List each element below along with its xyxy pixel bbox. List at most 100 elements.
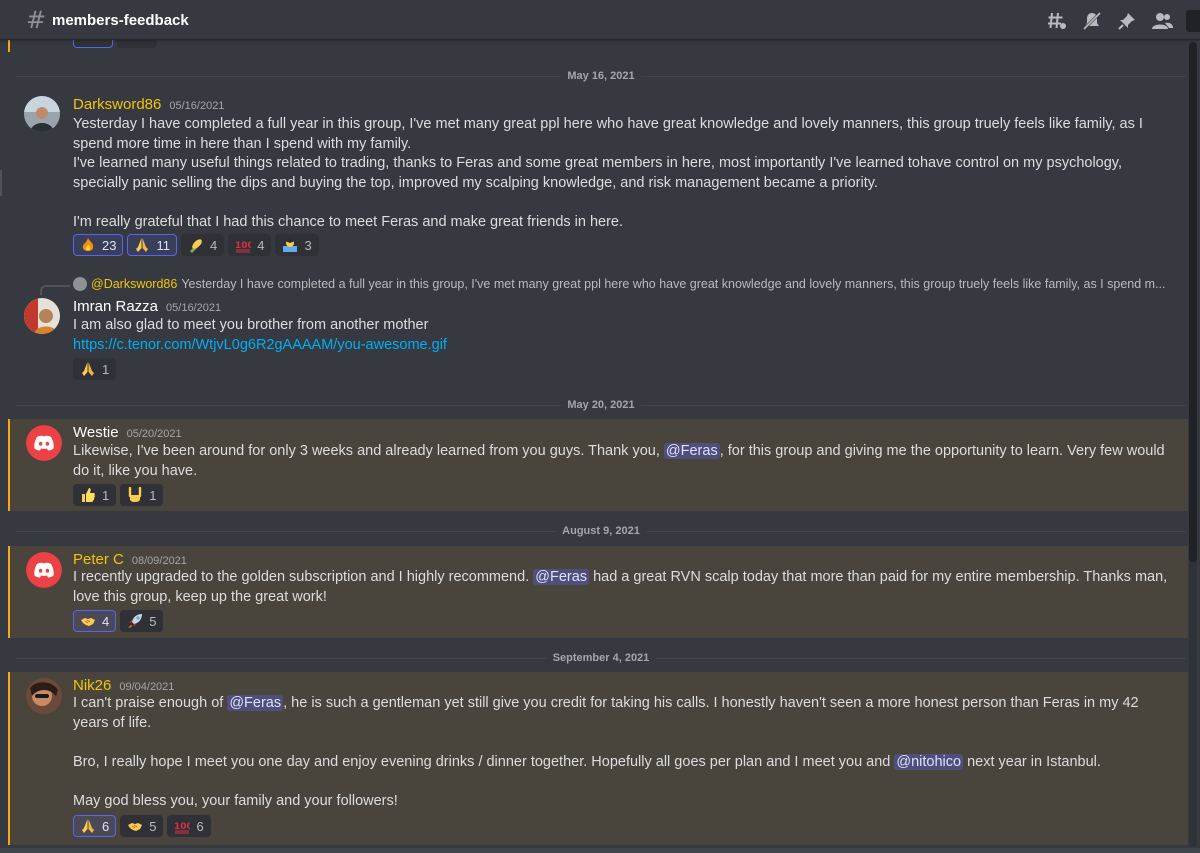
message: Darksword86 05/16/2021 Yesterday I have … bbox=[10, 92, 1190, 264]
reaction[interactable]: 100 6 bbox=[167, 815, 211, 837]
reaction-count: 11 bbox=[156, 237, 170, 253]
folded-hands-icon bbox=[134, 237, 150, 253]
reply-preview[interactable]: @Darksword86 Yesterday I have completed … bbox=[73, 277, 1173, 291]
reaction[interactable]: 11 bbox=[127, 234, 177, 256]
message: Peter C 08/09/2021 I recently upgraded t… bbox=[8, 546, 1188, 638]
channel-hash-icon: # bbox=[26, 6, 47, 34]
previous-reaction[interactable] bbox=[73, 40, 113, 48]
reaction[interactable]: 100 4 bbox=[228, 234, 272, 256]
author-name[interactable]: Imran Razza bbox=[73, 298, 158, 315]
reactions: 4 5 bbox=[73, 610, 167, 632]
reaction[interactable]: 6 bbox=[73, 815, 117, 837]
members-icon[interactable] bbox=[1151, 10, 1173, 32]
message-paragraph: Likewise, I've been around for only 3 we… bbox=[73, 443, 1165, 479]
timestamp: 05/16/2021 bbox=[169, 100, 225, 112]
author-name[interactable]: Westie bbox=[73, 424, 119, 441]
reactions: 1 bbox=[73, 358, 120, 380]
message-paragraph: May god bless you, your family and your … bbox=[73, 792, 398, 809]
composer-edge bbox=[0, 848, 1200, 853]
date-divider: August 9, 2021 bbox=[16, 524, 1186, 538]
avatar[interactable] bbox=[26, 678, 62, 714]
reaction-count: 5 bbox=[149, 818, 157, 834]
message: Westie 05/20/2021 Likewise, I've been ar… bbox=[8, 419, 1188, 511]
message-paragraph: Bro, I really hope I meet you one day an… bbox=[73, 753, 1101, 770]
reaction-count: 1 bbox=[149, 487, 157, 503]
date-divider: May 20, 2021 bbox=[16, 398, 1186, 412]
previous-reaction[interactable] bbox=[117, 40, 157, 48]
message: Nik26 09/04/2021 I can't praise enough o… bbox=[8, 672, 1188, 845]
gif-link[interactable]: https://c.tenor.com/WtjvL0g6R2gAAAAM/you… bbox=[73, 337, 447, 353]
reaction[interactable]: 5 bbox=[120, 815, 164, 837]
reply-avatar bbox=[73, 277, 87, 291]
message-header: Westie 05/20/2021 bbox=[73, 424, 182, 441]
reaction-count: 6 bbox=[196, 818, 204, 834]
discord-logo-icon bbox=[26, 425, 62, 461]
date-divider: May 16, 2021 bbox=[16, 69, 1186, 83]
message-paragraph: I recently upgraded to the golden subscr… bbox=[73, 569, 1168, 605]
reaction[interactable]: 1 bbox=[120, 484, 164, 506]
user-mention[interactable]: @nitohico bbox=[894, 753, 964, 770]
message: @Darksword86 Yesterday I have completed … bbox=[10, 274, 1190, 386]
discord-logo-icon bbox=[26, 552, 62, 588]
message-header: Imran Razza 05/16/2021 bbox=[73, 298, 221, 315]
reaction-count: 1 bbox=[102, 487, 110, 503]
message-paragraph: I can't praise enough of @Feras, he is s… bbox=[73, 695, 1139, 731]
reaction-count: 4 bbox=[102, 613, 110, 629]
header-toolbar bbox=[1033, 10, 1200, 32]
reaction-count: 3 bbox=[304, 237, 312, 253]
message-paragraph bbox=[73, 193, 1173, 213]
reaction[interactable]: 1 bbox=[73, 358, 117, 380]
message-header: Darksword86 05/16/2021 bbox=[73, 96, 224, 113]
avatar[interactable] bbox=[24, 96, 60, 132]
message-header: Nik26 09/04/2021 bbox=[73, 677, 174, 694]
user-mention[interactable]: @Feras bbox=[533, 569, 590, 585]
message-content: I can't praise enough of @Feras, he is s… bbox=[73, 694, 1173, 811]
mute-icon[interactable] bbox=[1081, 10, 1103, 32]
reaction[interactable]: 3 bbox=[275, 234, 319, 256]
reactions: 1 1 bbox=[73, 484, 167, 506]
reaction-count: 6 bbox=[102, 818, 110, 834]
folded-hands-icon bbox=[80, 818, 96, 834]
reaction[interactable]: 5 bbox=[120, 610, 164, 632]
message-content: Likewise, I've been around for only 3 we… bbox=[73, 442, 1173, 481]
scrollbar-track[interactable] bbox=[1189, 42, 1197, 847]
rocket-icon bbox=[127, 613, 143, 629]
user-mention[interactable]: @Feras bbox=[227, 695, 284, 711]
reply-author[interactable]: @Darksword86 bbox=[91, 277, 177, 291]
handshake-icon bbox=[127, 818, 143, 834]
message-paragraph: I am also glad to meet you brother from … bbox=[73, 317, 429, 333]
scrollbar-thumb[interactable] bbox=[1189, 42, 1197, 562]
reactions: 6 5 100 6 bbox=[73, 815, 215, 837]
search-box[interactable] bbox=[1186, 10, 1200, 32]
reply-connector bbox=[40, 285, 70, 295]
avatar[interactable] bbox=[26, 425, 62, 461]
message-content: I am also glad to meet you brother from … bbox=[73, 316, 1173, 355]
author-name[interactable]: Peter C bbox=[73, 551, 124, 568]
author-name[interactable]: Nik26 bbox=[73, 677, 111, 694]
reaction[interactable]: 1 bbox=[73, 484, 117, 506]
reaction[interactable]: 23 bbox=[73, 234, 124, 256]
fire-icon bbox=[80, 237, 96, 253]
reply-text: Yesterday I have completed a full year i… bbox=[181, 277, 1166, 291]
reaction-count: 5 bbox=[149, 613, 157, 629]
pin-icon[interactable] bbox=[1116, 10, 1138, 32]
user-mention[interactable]: @Feras bbox=[663, 443, 720, 459]
reaction-count: 4 bbox=[209, 237, 218, 253]
student-icon bbox=[282, 237, 298, 253]
message-content: I recently upgraded to the golden subscr… bbox=[73, 568, 1173, 607]
author-name[interactable]: Darksword86 bbox=[73, 96, 161, 113]
channel-name: members-feedback bbox=[52, 12, 189, 29]
avatar[interactable] bbox=[26, 552, 62, 588]
reaction[interactable]: 4 bbox=[73, 610, 117, 632]
reaction[interactable]: 4 bbox=[180, 234, 225, 256]
avatar[interactable] bbox=[24, 298, 60, 334]
reaction-count: 23 bbox=[102, 237, 117, 253]
threads-icon[interactable] bbox=[1046, 10, 1068, 32]
message-paragraph: I'm really grateful that I had this chan… bbox=[73, 213, 624, 230]
message-content: Yesterday I have completed a full year i… bbox=[73, 115, 1173, 232]
reaction-count: 4 bbox=[257, 237, 265, 253]
message-header: Peter C 08/09/2021 bbox=[73, 551, 187, 568]
timestamp: 09/04/2021 bbox=[119, 681, 175, 693]
rock-on-icon bbox=[127, 487, 143, 503]
